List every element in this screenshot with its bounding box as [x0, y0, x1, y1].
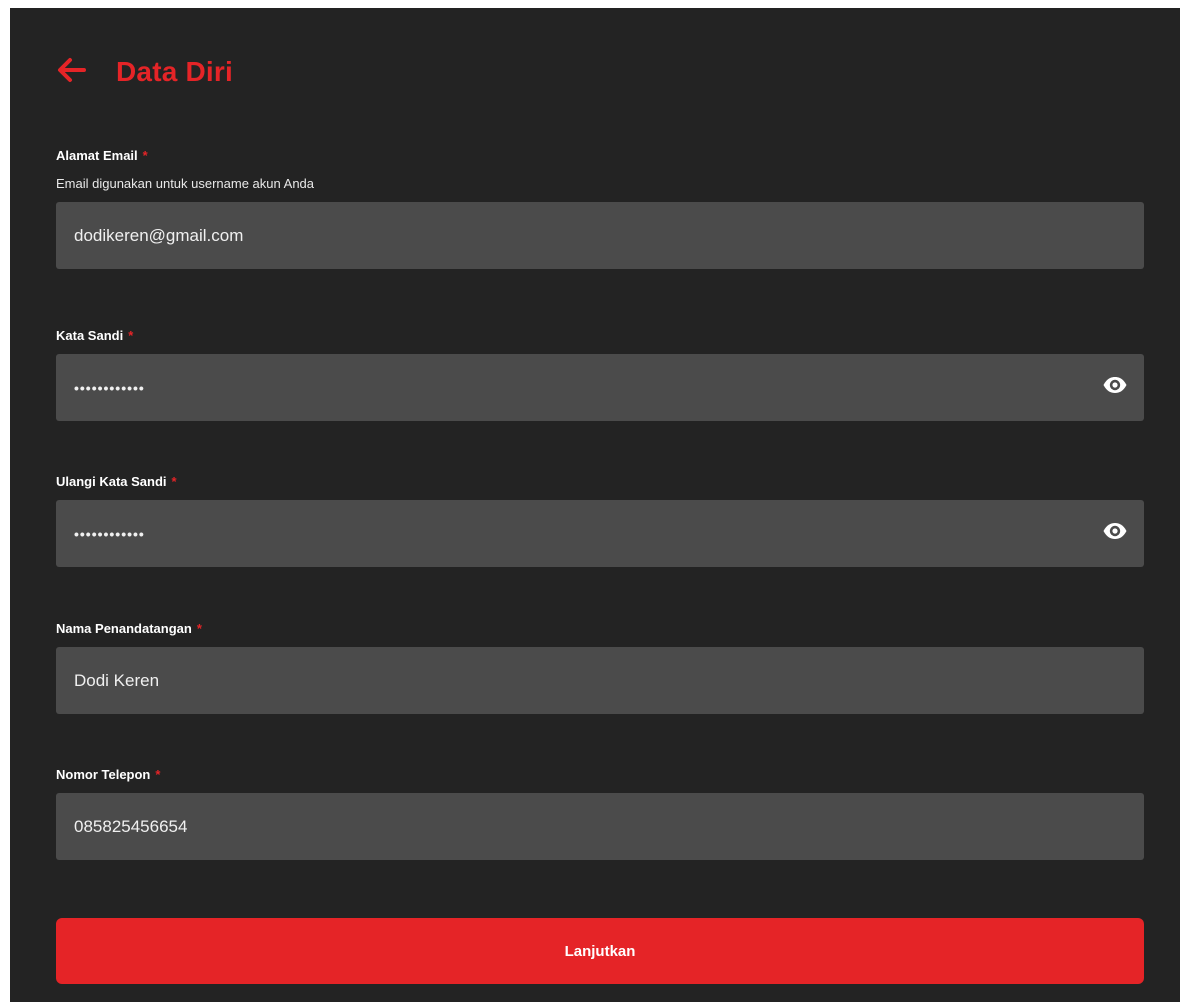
password-confirm-label: Ulangi Kata Sandi * — [56, 472, 1144, 490]
password-confirm-group: Ulangi Kata Sandi * •••••••••••• — [56, 472, 1144, 567]
phone-value: 085825456654 — [74, 816, 188, 836]
password-label: Kata Sandi * — [56, 326, 1144, 344]
password-confirm-label-text: Ulangi Kata Sandi — [56, 473, 167, 489]
signer-name-group: Nama Penandatangan * Dodi Keren — [56, 619, 1144, 714]
eye-icon — [1102, 376, 1128, 399]
page-title: Data Diri — [116, 56, 233, 87]
signer-name-value: Dodi Keren — [74, 670, 160, 690]
phone-field[interactable]: 085825456654 — [56, 793, 1144, 860]
required-mark: * — [155, 766, 161, 782]
continue-button[interactable]: Lanjutkan — [56, 918, 1144, 984]
signer-name-label-text: Nama Penandatangan — [56, 620, 192, 636]
password-value: •••••••••••• — [74, 379, 145, 396]
email-group: Alamat Email * Email digunakan untuk use… — [56, 146, 1144, 269]
form-panel: Data Diri Alamat Email * Email digunakan… — [10, 8, 1180, 1002]
phone-label: Nomor Telepon * — [56, 765, 1144, 783]
eye-icon — [1102, 522, 1128, 545]
signer-name-field[interactable]: Dodi Keren — [56, 647, 1144, 714]
required-mark: * — [196, 620, 202, 636]
password-label-text: Kata Sandi — [56, 327, 124, 343]
toggle-password-visibility-button[interactable] — [1100, 373, 1130, 403]
email-hint: Email digunakan untuk username akun Anda — [56, 176, 315, 191]
phone-group: Nomor Telepon * 085825456654 — [56, 765, 1144, 860]
email-label: Alamat Email * — [56, 146, 1144, 164]
header: Data Diri — [54, 54, 233, 90]
required-mark: * — [142, 147, 148, 163]
password-group: Kata Sandi * •••••••••••• — [56, 326, 1144, 421]
password-field[interactable]: •••••••••••• — [56, 354, 1144, 421]
toggle-password-confirm-visibility-button[interactable] — [1100, 519, 1130, 549]
phone-label-text: Nomor Telepon — [56, 766, 151, 782]
email-value: dodikeren@gmail.com — [74, 225, 244, 245]
password-confirm-value: •••••••••••• — [74, 525, 145, 542]
email-field[interactable]: dodikeren@gmail.com — [56, 202, 1144, 269]
password-confirm-field[interactable]: •••••••••••• — [56, 500, 1144, 567]
back-button[interactable] — [54, 55, 88, 89]
arrow-left-icon — [56, 57, 86, 88]
signer-name-label: Nama Penandatangan * — [56, 619, 1144, 637]
required-mark: * — [128, 327, 134, 343]
email-label-text: Alamat Email — [56, 147, 138, 163]
required-mark: * — [171, 473, 177, 489]
